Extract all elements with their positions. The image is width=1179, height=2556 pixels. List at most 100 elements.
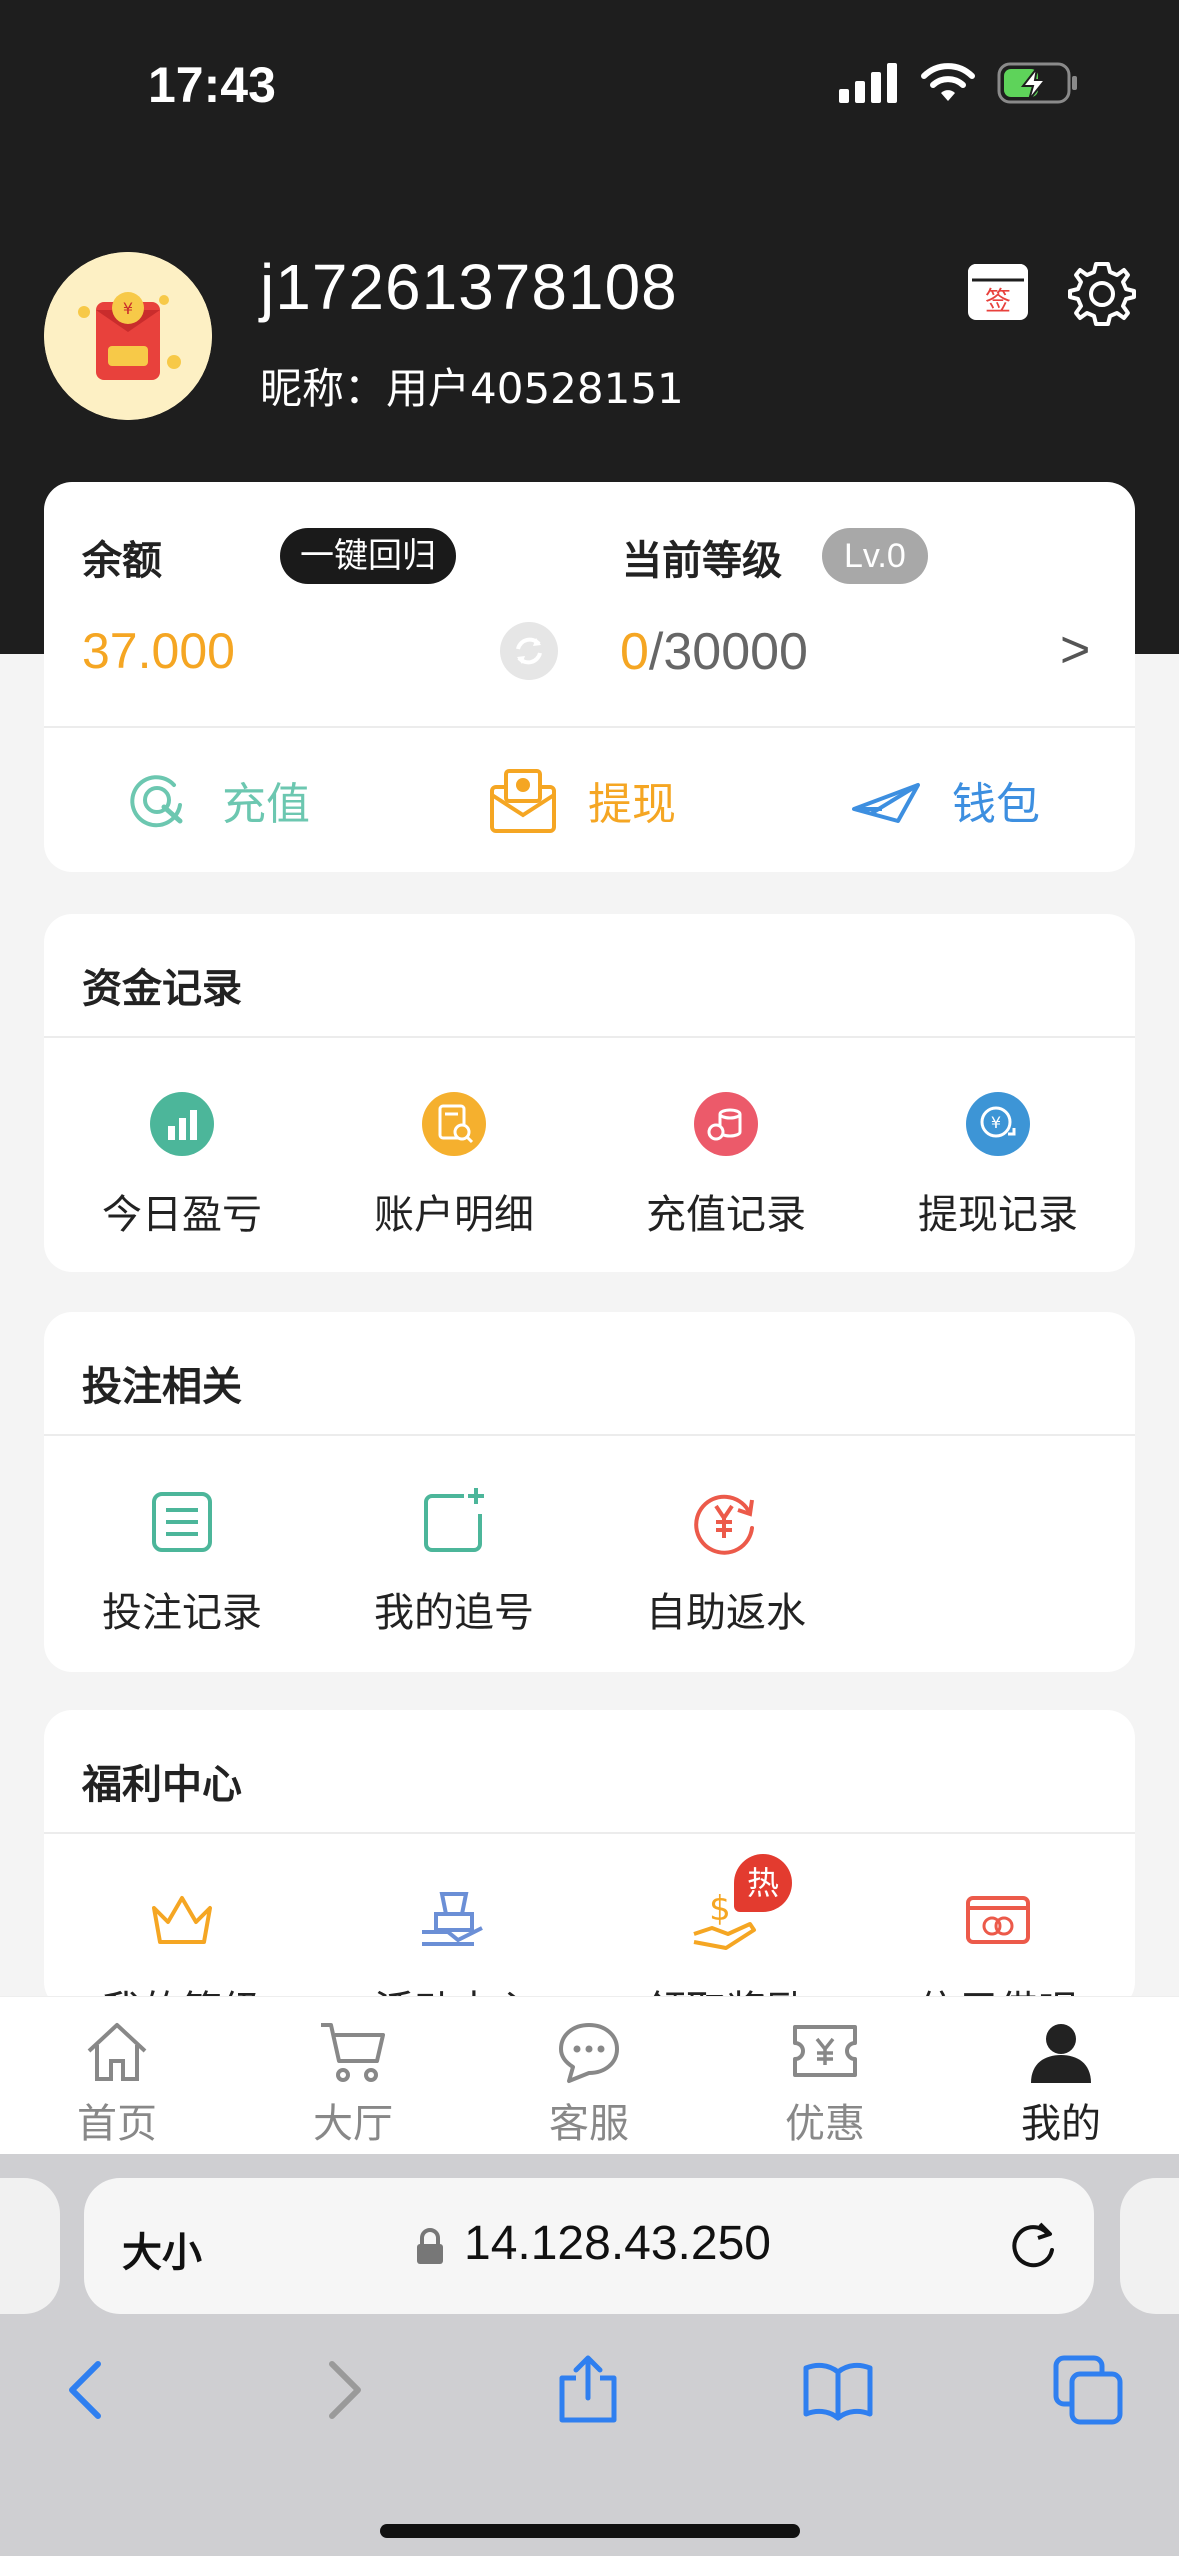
text-size-button[interactable]: 大小: [122, 2220, 202, 2278]
withdraw-envelope-icon: [490, 769, 556, 833]
recharge-records-item[interactable]: 充值记录: [590, 1088, 862, 1240]
level-label: 当前等级: [622, 538, 782, 584]
address-bar[interactable]: 大小 14.128.43.250: [84, 2178, 1094, 2314]
my-level-item[interactable]: 我的等级: [46, 1884, 318, 2010]
section-title: 资金记录: [82, 966, 242, 1012]
home-indicator: [380, 2524, 800, 2538]
chart-icon: [150, 1092, 214, 1156]
status-time: 17:43: [148, 57, 276, 113]
recharge-button[interactable]: 充值: [122, 760, 310, 840]
lock-icon: [417, 2228, 443, 2264]
ticket-icon: [793, 2025, 857, 2077]
welfare-card: 福利中心 我的等级 活动中心 $ 领取奖励 热 信用借呗: [44, 1710, 1135, 2010]
tab-label: 首页: [77, 2101, 157, 2147]
divider: [44, 1832, 1135, 1834]
hot-badge: 热: [734, 1854, 792, 1912]
today-profit-item[interactable]: 今日盈亏: [46, 1088, 318, 1240]
credit-loan-item[interactable]: 信用借呗: [862, 1884, 1134, 2010]
withdraw-button[interactable]: 提现: [488, 760, 676, 840]
divider: [44, 1434, 1135, 1436]
refresh-icon[interactable]: [500, 622, 558, 680]
balance-value: 37.000: [82, 623, 235, 679]
previous-tab-preview[interactable]: [0, 2178, 60, 2314]
reload-icon[interactable]: [1004, 2218, 1062, 2276]
grid-label: 今日盈亏: [102, 1192, 262, 1238]
forward-icon[interactable]: [306, 2354, 378, 2426]
grid-label: 账户明细: [374, 1192, 534, 1238]
status-bar: 17:43: [0, 0, 1179, 150]
tab-promo[interactable]: 优惠: [725, 2019, 925, 2149]
bookmarks-icon[interactable]: [802, 2354, 874, 2426]
my-chase-item[interactable]: 我的追号: [318, 1486, 590, 1638]
grid-label: 提现记录: [918, 1192, 1078, 1238]
hot-badge-label: 热: [746, 1864, 779, 1902]
withdraw-records-item[interactable]: ¥ 提现记录: [862, 1088, 1134, 1240]
level-progress: 0/30000: [620, 622, 808, 682]
divider: [44, 1036, 1135, 1038]
bet-records-item[interactable]: 投注记录: [46, 1486, 318, 1638]
tab-service[interactable]: 客服: [489, 2019, 689, 2149]
nickname: 昵称：用户40528151: [260, 364, 684, 413]
tab-home[interactable]: 首页: [17, 2019, 217, 2149]
add-square-icon: [424, 1488, 484, 1552]
section-title: 投注相关: [82, 1364, 242, 1410]
tab-mine[interactable]: 我的: [961, 2019, 1161, 2149]
wifi-icon: [921, 63, 975, 101]
tab-label: 大厅: [313, 2101, 393, 2147]
wallet-label: 钱包: [952, 779, 1040, 830]
account-detail-item[interactable]: 账户明细: [318, 1088, 590, 1240]
tab-label: 我的: [1021, 2101, 1101, 2147]
signal-icon: [839, 63, 897, 103]
document-search-icon: [422, 1092, 486, 1156]
level-total: /30000: [648, 623, 808, 681]
svg-text:¥: ¥: [123, 299, 133, 318]
status-icons: [839, 62, 1079, 104]
wallet-button[interactable]: 钱包: [852, 760, 1040, 840]
svg-text:$: $: [709, 1889, 731, 1929]
grid-label: 充值记录: [646, 1192, 806, 1238]
yuan-refund-icon: [694, 1494, 754, 1555]
home-icon: [87, 2023, 147, 2081]
grid-label: 我的追号: [374, 1590, 534, 1636]
tab-label: 客服: [549, 2101, 629, 2147]
avatar[interactable]: ¥: [44, 252, 212, 420]
settings-gear-icon[interactable]: [1068, 258, 1136, 326]
balance-card: 余额 一键回归 当前等级 Lv.0 37.000 0/30000 > 充值 提现: [44, 482, 1135, 872]
tab-bar: 首页 大厅 客服 优惠 我的: [0, 1996, 1179, 2154]
fund-records-card: 资金记录 今日盈亏 账户明细 充值记录 ¥ 提现记录: [44, 914, 1135, 1272]
username: j17261378108: [260, 251, 678, 323]
tab-label: 优惠: [785, 2101, 865, 2147]
red-envelope-icon: ¥: [44, 252, 212, 420]
sign-label: 签: [985, 287, 1011, 317]
level-arrow[interactable]: >: [1060, 620, 1090, 680]
recharge-label: 充值: [222, 779, 310, 830]
grid-label: 自助返水: [646, 1590, 806, 1636]
activity-center-item[interactable]: 活动中心: [318, 1884, 590, 2010]
tabs-icon[interactable]: [1052, 2354, 1124, 2426]
sign-in-calendar-icon[interactable]: 签: [966, 260, 1030, 324]
section-title: 福利中心: [82, 1762, 242, 1808]
next-tab-preview[interactable]: [1120, 2178, 1179, 2314]
back-icon[interactable]: [52, 2354, 124, 2426]
level-badge: Lv.0: [822, 528, 928, 584]
coins-icon: [694, 1092, 758, 1156]
cart-icon: [321, 2023, 385, 2082]
divider: [44, 726, 1135, 728]
svg-text:¥: ¥: [991, 1113, 1001, 1132]
yuan-exchange-icon: ¥: [966, 1092, 1030, 1156]
recall-button[interactable]: 一键回归: [280, 528, 456, 584]
recharge-icon: [130, 775, 183, 828]
browser-toolbar: 大小 14.128.43.250: [0, 2154, 1179, 2556]
self-rebate-item[interactable]: 自助返水: [590, 1486, 862, 1638]
share-icon[interactable]: [552, 2354, 624, 2426]
card-icon: [966, 1896, 1030, 1944]
claim-reward-item[interactable]: $ 领取奖励: [590, 1884, 862, 2010]
grid-label: 投注记录: [102, 1590, 262, 1636]
crown-icon: [152, 1896, 212, 1944]
tab-hall[interactable]: 大厅: [253, 2019, 453, 2149]
chat-icon: [559, 2023, 619, 2083]
list-icon: [152, 1492, 212, 1552]
gift-hand-icon: [422, 1892, 483, 1946]
withdraw-label: 提现: [588, 779, 676, 830]
user-icon: [1031, 2024, 1091, 2083]
